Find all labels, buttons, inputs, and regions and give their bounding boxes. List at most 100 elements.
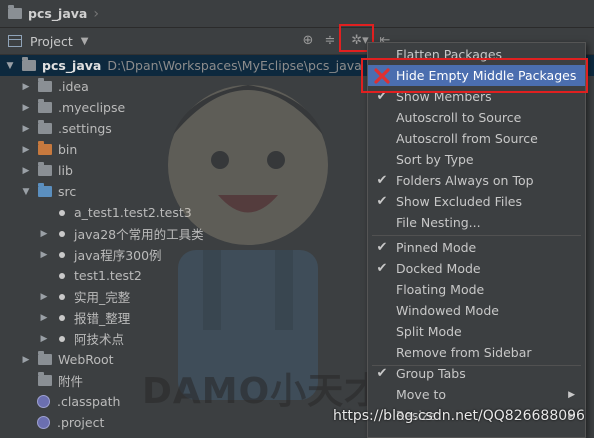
checkmark-icon: ✔ <box>376 261 388 276</box>
menu-item-label: Windowed Mode <box>396 303 499 318</box>
menu-item-label: Sort by Type <box>396 152 474 167</box>
tree-item-label: 附件 <box>58 374 84 389</box>
package-icon <box>56 333 68 345</box>
menu-item-label: Pinned Mode <box>396 240 477 255</box>
menu-item-file-nesting[interactable]: File Nesting... <box>368 212 585 233</box>
checkmark-icon: ✔ <box>376 194 388 209</box>
expand-arrow-icon[interactable]: ▶ <box>38 334 50 344</box>
submenu-arrow-icon: ▶ <box>568 410 575 421</box>
tree-item-name: idea <box>61 79 89 94</box>
tree-item-label: test1.test2 <box>74 268 142 283</box>
package-icon <box>56 312 68 324</box>
folder-icon <box>38 162 52 176</box>
menu-item-label: Docked Mode <box>396 261 481 276</box>
package-icon <box>56 249 68 261</box>
expand-arrow-icon[interactable]: ▶ <box>20 82 32 92</box>
expand-arrow-icon[interactable]: ▶ <box>20 103 32 113</box>
tree-item-label: 实用_完整 <box>74 290 131 305</box>
menu-item-label: Show Excluded Files <box>396 194 523 209</box>
tree-item-label: bin <box>58 142 78 157</box>
expand-arrow-icon[interactable]: ▶ <box>38 250 50 260</box>
folder-icon <box>38 351 52 365</box>
expand-arrow-icon[interactable]: ▶ <box>38 313 50 323</box>
breadcrumb-project[interactable]: pcs_java <box>28 6 87 21</box>
menu-item-move-to[interactable]: Move to ▶ <box>368 384 585 405</box>
breadcrumb-separator-icon: › <box>93 5 99 22</box>
tree-item-label: 阿技术点 <box>74 332 125 347</box>
menu-item-label: Split Mode <box>396 324 462 339</box>
submenu-arrow-icon: ▶ <box>568 389 575 400</box>
tree-item-label: .classpath <box>57 394 121 409</box>
tree-item-label: .myeclipse <box>58 100 126 115</box>
menu-item-folders-always-on-top[interactable]: ✔ Folders Always on Top <box>368 170 585 191</box>
project-view-selector[interactable]: Project <box>30 34 73 49</box>
tree-item-label: .settings <box>58 121 112 136</box>
menu-item-label: File Nesting... <box>396 215 481 230</box>
package-icon <box>56 228 68 240</box>
folder-icon <box>38 372 52 386</box>
expand-arrow-icon[interactable]: ▶ <box>20 355 32 365</box>
collapse-icon[interactable]: ≑ <box>322 33 338 49</box>
menu-item-docked-mode[interactable]: ✔ Docked Mode <box>368 258 585 279</box>
menu-item-label: Resize <box>396 408 437 423</box>
checkmark-icon: ✔ <box>376 173 388 188</box>
source-folder-icon <box>38 183 52 197</box>
menu-item-resize[interactable]: Resize ▶ <box>368 405 585 426</box>
expand-arrow-icon[interactable]: ▶ <box>20 124 32 134</box>
package-icon <box>56 270 68 282</box>
target-icon[interactable]: ⊕ <box>300 33 316 49</box>
menu-item-pinned-mode[interactable]: ✔ Pinned Mode <box>368 237 585 258</box>
menu-item-label: Remove from Sidebar <box>396 345 532 360</box>
menu-item-label: Floating Mode <box>396 282 485 297</box>
expand-arrow-icon[interactable]: ▶ <box>20 145 32 155</box>
expand-arrow-icon[interactable]: ▶ <box>38 229 50 239</box>
menu-item-split-mode[interactable]: Split Mode <box>368 321 585 342</box>
expand-arrow-icon[interactable]: ▼ <box>4 61 16 71</box>
tree-root-path: D:\Dpan\Workspaces\MyEclipse\pcs_java <box>107 58 362 73</box>
project-file-icon <box>37 416 50 429</box>
menu-item-label: Folders Always on Top <box>396 173 534 188</box>
expand-arrow-icon[interactable]: ▶ <box>38 292 50 302</box>
tree-root-name: pcs_java <box>42 58 102 73</box>
project-view-icon <box>8 35 22 47</box>
menu-separator <box>372 235 581 236</box>
module-folder-icon <box>22 57 36 71</box>
expand-arrow-icon[interactable]: ▶ <box>20 166 32 176</box>
tree-item-label: 报错_整理 <box>74 311 131 326</box>
menu-item-label: Move to <box>396 387 447 402</box>
checkmark-icon: ✔ <box>376 366 388 381</box>
tree-item-label: lib <box>58 163 73 178</box>
menu-item-label: Autoscroll to Source <box>396 110 522 125</box>
tree-item-label: .project <box>57 415 105 430</box>
menu-item-windowed-mode[interactable]: Windowed Mode <box>368 300 585 321</box>
chevron-down-icon[interactable]: ▼ <box>81 36 89 47</box>
tree-item-label: .idea <box>58 79 89 94</box>
folder-icon <box>38 99 52 113</box>
gear-options-menu: Flatten Packages Hide Empty Middle Packa… <box>367 42 586 438</box>
menu-item-group-tabs[interactable]: ✔ Group Tabs <box>368 363 585 384</box>
hide-empty-packages-highlight-box <box>361 58 588 93</box>
menu-item-label: Autoscroll from Source <box>396 131 538 146</box>
folder-icon <box>8 5 22 19</box>
package-icon <box>56 291 68 303</box>
tree-item-label: src <box>58 184 77 199</box>
menu-item-autoscroll-to-source[interactable]: Autoscroll to Source <box>368 107 585 128</box>
menu-item-show-excluded-files[interactable]: ✔ Show Excluded Files <box>368 191 585 212</box>
menu-item-sort-by-type[interactable]: Sort by Type <box>368 149 585 170</box>
menu-item-autoscroll-from-source[interactable]: Autoscroll from Source <box>368 128 585 149</box>
output-folder-icon <box>38 141 52 155</box>
tree-item-label: a_test1.test2.test3 <box>74 205 192 220</box>
expand-arrow-icon[interactable]: ▼ <box>20 187 32 197</box>
tree-item-label: WebRoot <box>58 352 114 367</box>
folder-icon <box>38 78 52 92</box>
breadcrumb: pcs_java › <box>0 0 594 28</box>
classpath-file-icon <box>37 395 50 408</box>
checkmark-icon: ✔ <box>376 240 388 255</box>
tree-item-label: java28个常用的工具类 <box>74 227 204 242</box>
package-icon <box>56 207 68 219</box>
tree-item-label: java程序300例 <box>74 248 162 263</box>
menu-item-floating-mode[interactable]: Floating Mode <box>368 279 585 300</box>
menu-item-label: Group Tabs <box>396 366 466 381</box>
menu-item-remove-from-sidebar[interactable]: Remove from Sidebar <box>368 342 585 363</box>
folder-icon <box>38 120 52 134</box>
